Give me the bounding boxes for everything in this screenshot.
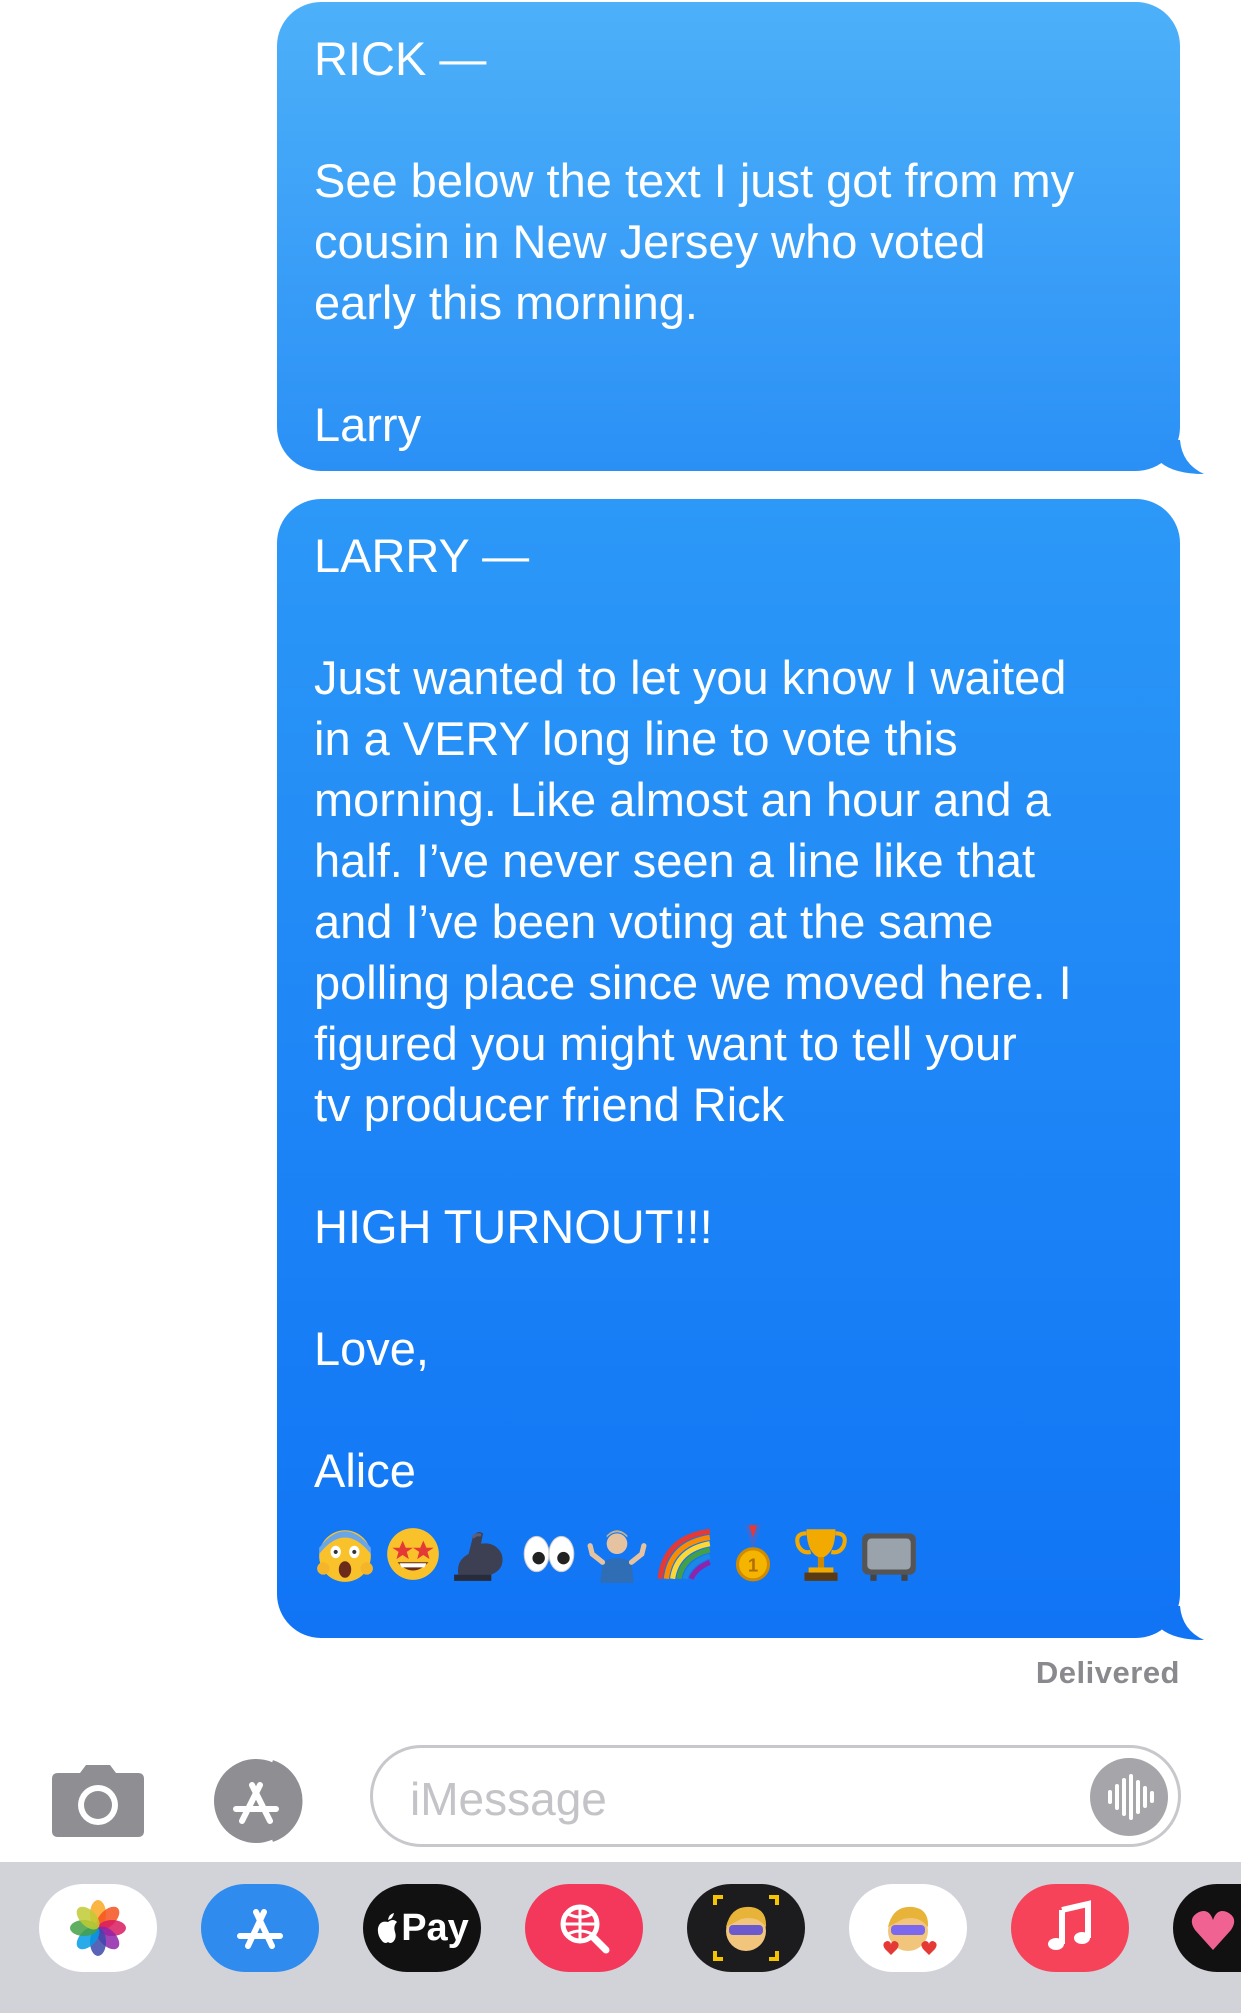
music-app-button[interactable] (1011, 1884, 1129, 1972)
photos-app-button[interactable] (39, 1884, 157, 1972)
message-line: RICK — (314, 32, 487, 85)
face-screaming-icon (317, 1530, 373, 1582)
apple-pay-app-button[interactable]: Pay (363, 1884, 481, 1972)
emoji-row: 1 (314, 1523, 1144, 1585)
message-line: LARRY — (314, 529, 530, 582)
message-line: tv producer friend Rick (314, 1078, 785, 1131)
message-line: Larry (314, 398, 422, 451)
memoji-icon (713, 1895, 779, 1961)
message-line: morning. Like almost an hour and a (314, 773, 1051, 826)
television-icon (862, 1533, 916, 1581)
message-line: early this morning. (314, 276, 698, 329)
app-store-icon (237, 1909, 283, 1949)
message-bubble[interactable]: RICK — See below the text I just got fro… (277, 2, 1180, 471)
eyes-icon (523, 1535, 575, 1573)
message-line: HIGH TURNOUT!!! (314, 1200, 713, 1253)
message-line: Love, (314, 1322, 429, 1375)
photos-icon (70, 1900, 126, 1956)
bubble-tail (1160, 1606, 1204, 1640)
heart-icon (1191, 1911, 1235, 1950)
globe-search-icon (560, 1904, 610, 1954)
camera-icon (52, 1765, 144, 1837)
memoji-sticker-icon (883, 1906, 937, 1955)
star-struck-icon (387, 1528, 439, 1580)
waveform-icon (1108, 1774, 1154, 1820)
music-note-icon (1048, 1900, 1091, 1950)
rainbow-icon (657, 1528, 711, 1580)
message-line: and I’ve been voting at the same (314, 895, 994, 948)
input-placeholder: iMessage (410, 1773, 607, 1825)
audio-message-button[interactable] (1090, 1758, 1168, 1836)
message-line: See below the text I just got from my (314, 154, 1075, 207)
app-store-app-button[interactable] (201, 1884, 319, 1972)
message-line: figured you might want to tell your (314, 1017, 1017, 1070)
message-line: in a VERY long line to vote this (314, 712, 958, 765)
apple-logo-icon (378, 1913, 398, 1943)
app-store-icon (214, 1759, 303, 1843)
app-drawer: Pay (0, 1862, 1241, 2013)
memoji-stickers-app-button[interactable] (849, 1884, 967, 1972)
gold-medal-icon: 1 (735, 1525, 771, 1582)
images-search-app-button[interactable] (525, 1884, 643, 1972)
message-line: Alice (314, 1444, 416, 1497)
flexed-biceps-icon (454, 1531, 503, 1581)
imessage-input[interactable]: iMessage (370, 1745, 1181, 1847)
delivery-status: Delivered (1035, 1655, 1180, 1690)
memoji-app-button[interactable] (687, 1884, 805, 1972)
svg-text:1: 1 (748, 1555, 758, 1576)
message-line: polling place since we moved here. I (314, 956, 1072, 1009)
camera-button[interactable] (50, 1765, 146, 1837)
bubble-tail (1160, 440, 1204, 474)
apple-pay-label: Pay (401, 1906, 469, 1949)
message-line: Just wanted to let you know I waited (314, 651, 1067, 704)
trophy-icon (795, 1529, 847, 1581)
message-line: cousin in New Jersey who voted (314, 215, 986, 268)
message-bubble[interactable]: LARRY — Just wanted to let you know I wa… (277, 499, 1180, 1638)
compose-bar: iMessage (0, 1745, 1241, 1855)
extra-app-button[interactable] (1173, 1884, 1241, 1972)
apps-button[interactable] (208, 1757, 318, 1845)
message-line: half. I’ve never seen a line like that (314, 834, 1036, 887)
shrugging-person-icon (587, 1530, 647, 1583)
